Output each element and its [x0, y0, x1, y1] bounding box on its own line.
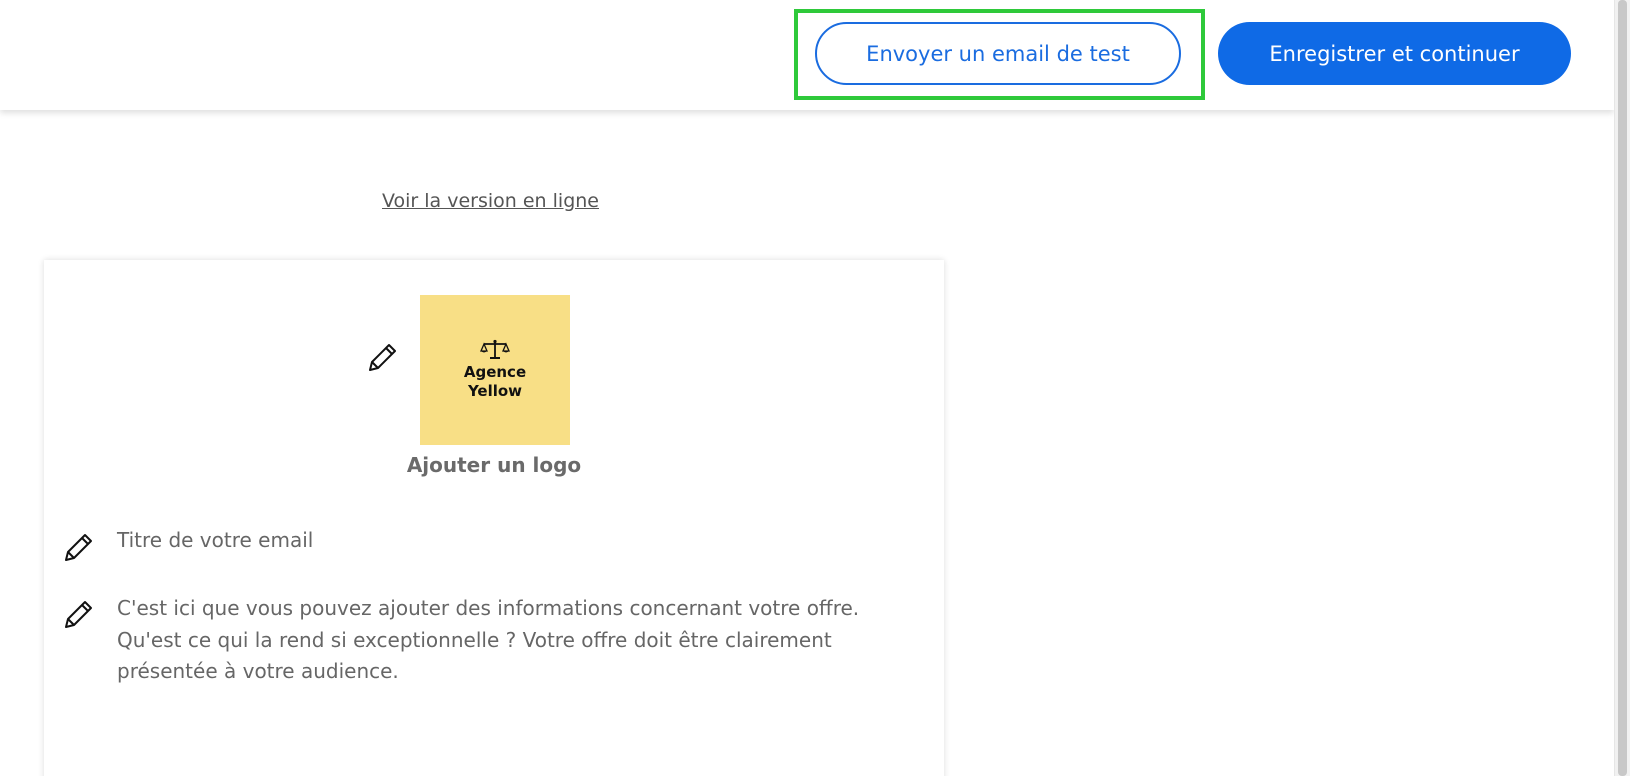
edit-title-pencil-icon[interactable]: [60, 530, 96, 566]
send-test-email-button[interactable]: Envoyer un email de test: [815, 22, 1181, 85]
email-body-paragraph-1: C'est ici que vous pouvez ajouter des in…: [117, 596, 860, 620]
scales-of-justice-icon: [480, 339, 510, 359]
top-toolbar: Envoyer un email de test Enregistrer et …: [0, 0, 1614, 110]
editor-viewport: Envoyer un email de test Enregistrer et …: [0, 0, 1614, 776]
pencil-icon: [65, 534, 92, 561]
edit-logo-pencil-icon[interactable]: [364, 340, 400, 376]
email-body-text[interactable]: C'est ici que vous pouvez ajouter des in…: [117, 593, 877, 688]
logo-text-line1: Agence: [463, 363, 527, 381]
pencil-icon: [369, 344, 396, 371]
add-logo-label[interactable]: Ajouter un logo: [44, 453, 944, 477]
email-title-text[interactable]: Titre de votre email: [117, 528, 313, 552]
logo-text-line2: Yellow: [467, 382, 523, 400]
email-preview-card: Agence Yellow Ajouter un logo Titre de v…: [44, 260, 944, 776]
vertical-scrollbar[interactable]: [1614, 0, 1630, 776]
view-online-link[interactable]: Voir la version en ligne: [382, 190, 599, 212]
save-and-continue-button[interactable]: Enregistrer et continuer: [1218, 22, 1571, 85]
email-body-paragraph-2: Qu'est ce qui la rend si exceptionnelle …: [117, 627, 832, 684]
pencil-icon: [65, 601, 92, 628]
edit-body-pencil-icon[interactable]: [60, 597, 96, 633]
logo-image[interactable]: Agence Yellow: [420, 295, 570, 445]
scrollbar-thumb[interactable]: [1618, 0, 1627, 776]
